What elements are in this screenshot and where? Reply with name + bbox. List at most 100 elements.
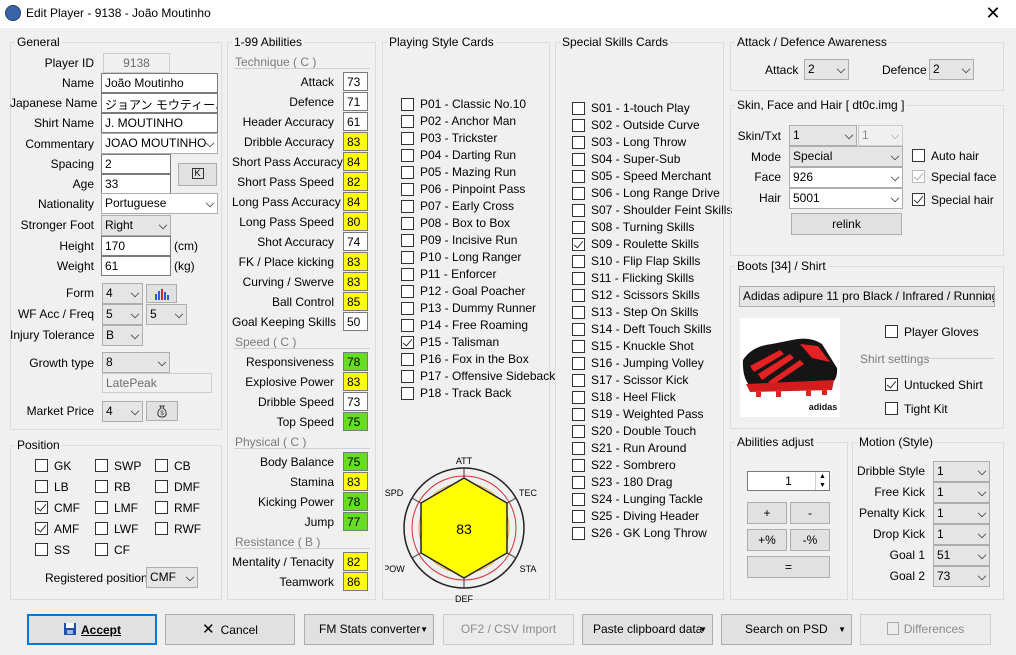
style-card-checkbox[interactable] [401,319,414,332]
minus-percent-button[interactable]: -% [790,529,830,551]
ability-value[interactable]: 80 [343,212,368,231]
attack-awareness-select[interactable]: 2 [804,59,849,80]
motion-select[interactable]: 73 [933,566,990,587]
ability-value[interactable]: 77 [343,512,368,531]
skill-card-checkbox[interactable] [572,289,585,302]
skill-card-checkbox[interactable] [572,238,585,251]
stronger-foot-select[interactable]: Right [101,215,171,236]
skill-card-checkbox[interactable] [572,527,585,540]
form-select[interactable]: 4 [102,283,143,304]
position-checkbox-cb[interactable] [155,459,168,472]
ability-value[interactable]: 73 [343,392,368,411]
skill-card-checkbox[interactable] [572,408,585,421]
txt-select[interactable]: 1 [858,125,903,146]
style-card-checkbox[interactable] [401,115,414,128]
motion-select[interactable]: 51 [933,545,990,566]
skill-card-checkbox[interactable] [572,102,585,115]
ability-value[interactable]: 75 [343,452,368,471]
paste-clipboard-button[interactable]: Paste clipboard data ▼ [582,614,713,645]
wf-freq-select[interactable]: 5 [146,304,187,325]
chart-button[interactable] [146,284,177,303]
style-card-checkbox[interactable] [401,183,414,196]
ability-value[interactable]: 78 [343,352,368,371]
randomize-button[interactable]: K [178,163,217,186]
name-field[interactable]: João Moutinho [101,73,218,93]
player-gloves-checkbox[interactable] [885,325,898,338]
motion-select[interactable]: 1 [933,503,990,524]
ability-value[interactable]: 83 [343,372,368,391]
skill-card-checkbox[interactable] [572,187,585,200]
close-icon[interactable]: ✕ [970,0,1016,28]
style-card-checkbox[interactable] [401,98,414,111]
wf-acc-select[interactable]: 5 [102,304,143,325]
plus-button[interactable]: + [747,502,787,524]
skill-card-checkbox[interactable] [572,459,585,472]
ability-value[interactable]: 85 [343,292,368,311]
style-card-checkbox[interactable] [401,200,414,213]
style-card-checkbox[interactable] [401,166,414,179]
skill-card-checkbox[interactable] [572,510,585,523]
style-card-checkbox[interactable] [401,302,414,315]
boots-select[interactable]: Adidas adipure 11 pro Black / Infrared /… [739,286,995,307]
position-checkbox-swp[interactable] [95,459,108,472]
position-checkbox-rwf[interactable] [155,522,168,535]
ability-value[interactable]: 86 [343,572,368,591]
mode-select[interactable]: Special [789,146,903,167]
position-checkbox-ss[interactable] [35,543,48,556]
style-card-checkbox[interactable] [401,251,414,264]
auto-hair-checkbox[interactable] [912,149,925,162]
search-psd-button[interactable]: Search on PSD ▼ [721,614,852,645]
skill-card-checkbox[interactable] [572,153,585,166]
style-card-checkbox[interactable] [401,387,414,400]
relink-button[interactable]: relink [791,213,902,235]
defence-awareness-select[interactable]: 2 [929,59,974,80]
registered-position-select[interactable]: CMF [146,567,198,588]
skill-card-checkbox[interactable] [572,391,585,404]
of2-import-button[interactable]: OF2 / CSV Import [443,614,574,645]
spacing-field[interactable]: 2 [101,154,171,174]
minus-button[interactable]: - [790,502,830,524]
skill-card-checkbox[interactable] [572,272,585,285]
growth-select[interactable]: 8 [102,352,170,373]
ability-value[interactable]: 82 [343,552,368,571]
position-checkbox-rmf[interactable] [155,501,168,514]
untucked-shirt-checkbox[interactable] [885,378,898,391]
skin-select[interactable]: 1 [789,125,857,146]
dropdown-arrow-icon[interactable]: ▼ [699,615,707,644]
ability-value[interactable]: 84 [343,152,368,171]
skill-card-checkbox[interactable] [572,204,585,217]
spin-down-icon[interactable]: ▼ [816,481,829,490]
skill-card-checkbox[interactable] [572,323,585,336]
style-card-checkbox[interactable] [401,268,414,281]
ability-value[interactable]: 50 [343,312,368,331]
tight-kit-checkbox[interactable] [885,402,898,415]
market-price-select[interactable]: 4 [102,401,143,422]
ability-value[interactable]: 78 [343,492,368,511]
position-checkbox-amf[interactable] [35,522,48,535]
style-card-checkbox[interactable] [401,353,414,366]
ability-value[interactable]: 71 [343,92,368,111]
skill-card-checkbox[interactable] [572,221,585,234]
special-face-checkbox[interactable] [912,170,925,183]
ability-value[interactable]: 83 [343,272,368,291]
position-checkbox-dmf[interactable] [155,480,168,493]
ability-value[interactable]: 74 [343,232,368,251]
position-checkbox-rb[interactable] [95,480,108,493]
age-field[interactable]: 33 [101,174,171,194]
position-checkbox-lmf[interactable] [95,501,108,514]
motion-select[interactable]: 1 [933,461,990,482]
plus-percent-button[interactable]: +% [747,529,787,551]
style-card-checkbox[interactable] [401,370,414,383]
ability-value[interactable]: 73 [343,72,368,91]
ability-value[interactable]: 61 [343,112,368,131]
style-card-checkbox[interactable] [401,149,414,162]
spin-up-icon[interactable]: ▲ [816,472,829,481]
ability-value[interactable]: 83 [343,472,368,491]
style-card-checkbox[interactable] [401,132,414,145]
skill-card-checkbox[interactable] [572,476,585,489]
position-checkbox-cmf[interactable] [35,501,48,514]
skill-card-checkbox[interactable] [572,119,585,132]
height-field[interactable]: 170 [101,236,171,256]
commentary-select[interactable]: JOAO MOUTINHO [101,133,218,154]
style-card-checkbox[interactable] [401,336,414,349]
